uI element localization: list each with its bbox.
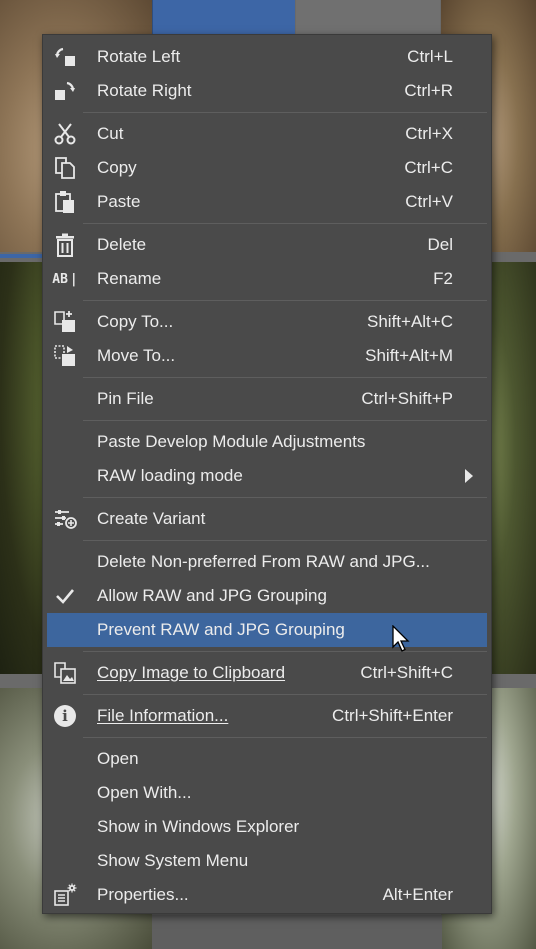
- thumbnail-bottom-middle[interactable]: [152, 915, 442, 949]
- menu-item-label: Move To...: [97, 346, 176, 365]
- menu-separator: [83, 377, 487, 378]
- menu-item-shortcut: Ctrl+Shift+C: [360, 663, 453, 682]
- menu-item-shortcut: Ctrl+C: [404, 158, 453, 177]
- menu-item-label: Allow RAW and JPG Grouping: [97, 586, 327, 605]
- menu-item-label: Show in Windows Explorer: [97, 817, 300, 836]
- rename-icon-text: AB: [52, 271, 68, 287]
- menu-item-copy-image-to-clipboard[interactable]: Copy Image to Clipboard Ctrl+Shift+C: [47, 656, 487, 690]
- menu-item-shortcut: Ctrl+Shift+Enter: [332, 706, 453, 725]
- menu-item-file-information[interactable]: i File Information... Ctrl+Shift+Enter: [47, 699, 487, 733]
- menu-item-allow-raw-jpg-grouping[interactable]: Allow RAW and JPG Grouping: [47, 579, 487, 613]
- menu-item-label: Open: [97, 749, 139, 768]
- menu-item-delete[interactable]: Delete Del: [47, 228, 487, 262]
- menu-separator: [83, 540, 487, 541]
- menu-item-shortcut: Shift+Alt+M: [365, 346, 453, 365]
- menu-item-rename[interactable]: AB | Rename F2: [47, 262, 487, 296]
- menu-item-label: Rotate Right: [97, 81, 192, 100]
- menu-item-label: Show System Menu: [97, 851, 249, 870]
- menu-item-create-variant[interactable]: Create Variant: [47, 502, 487, 536]
- menu-item-prevent-raw-jpg-grouping[interactable]: Prevent RAW and JPG Grouping: [47, 613, 487, 647]
- mouse-cursor-icon: [392, 624, 412, 658]
- menu-separator: [83, 420, 487, 421]
- sliders-plus-icon: [51, 507, 79, 531]
- menu-separator: [83, 223, 487, 224]
- menu-item-label: Paste Develop Module Adjustments: [97, 432, 366, 451]
- menu-item-label: Open With...: [97, 783, 192, 802]
- menu-item-shortcut: Ctrl+X: [405, 124, 453, 143]
- menu-item-move-to[interactable]: Move To... Shift+Alt+M: [47, 339, 487, 373]
- thumbnail-top-middle[interactable]: [296, 0, 440, 34]
- menu-item-shortcut: Ctrl+L: [407, 47, 453, 66]
- menu-separator: [83, 112, 487, 113]
- properties-icon: [51, 883, 79, 907]
- menu-item-shortcut: Alt+Enter: [382, 885, 453, 904]
- info-icon: i: [51, 704, 79, 728]
- rotate-right-icon: [51, 79, 79, 103]
- submenu-arrow-icon: [465, 469, 473, 483]
- checkmark-icon: [51, 584, 79, 608]
- menu-item-label: Create Variant: [97, 509, 206, 528]
- menu-item-shortcut: Shift+Alt+C: [367, 312, 453, 331]
- menu-item-shortcut: Ctrl+R: [404, 81, 453, 100]
- menu-separator: [83, 694, 487, 695]
- menu-item-open-with[interactable]: Open With...: [47, 776, 487, 810]
- copy-to-icon: [51, 310, 79, 334]
- paste-icon: [51, 190, 79, 214]
- menu-separator: [83, 737, 487, 738]
- menu-item-cut[interactable]: Cut Ctrl+X: [47, 117, 487, 151]
- menu-item-label: Copy To...: [97, 312, 174, 331]
- menu-item-paste[interactable]: Paste Ctrl+V: [47, 185, 487, 219]
- info-icon-glyph: i: [54, 705, 76, 727]
- menu-separator: [83, 300, 487, 301]
- menu-item-label: Pin File: [97, 389, 154, 408]
- menu-item-shortcut: Ctrl+V: [405, 192, 453, 211]
- menu-item-label: File Information...: [97, 706, 229, 725]
- menu-item-properties[interactable]: Properties... Alt+Enter: [47, 878, 487, 912]
- menu-item-copy-to[interactable]: Copy To... Shift+Alt+C: [47, 305, 487, 339]
- copy-icon: [51, 156, 79, 180]
- menu-separator: [83, 497, 487, 498]
- menu-item-label: Rename: [97, 269, 162, 288]
- trash-icon: [51, 233, 79, 257]
- menu-item-label: Delete Non-preferred From RAW and JPG...: [97, 552, 430, 571]
- menu-item-delete-non-preferred[interactable]: Delete Non-preferred From RAW and JPG...: [47, 545, 487, 579]
- rotate-left-icon: [51, 45, 79, 69]
- menu-item-open[interactable]: Open: [47, 742, 487, 776]
- move-to-icon: [51, 344, 79, 368]
- thumbnail-selected-top[interactable]: [152, 0, 295, 34]
- rename-icon: AB |: [52, 271, 78, 287]
- menu-item-label: Paste: [97, 192, 141, 211]
- menu-item-label: Copy Image to Clipboard: [97, 663, 286, 682]
- scissors-icon: [51, 122, 79, 146]
- menu-item-rotate-right[interactable]: Rotate Right Ctrl+R: [47, 74, 487, 108]
- menu-item-shortcut: Ctrl+Shift+P: [361, 389, 453, 408]
- menu-item-copy[interactable]: Copy Ctrl+C: [47, 151, 487, 185]
- menu-separator: [83, 651, 487, 652]
- menu-item-shortcut: Del: [427, 235, 453, 254]
- menu-item-pin-file[interactable]: Pin File Ctrl+Shift+P: [47, 382, 487, 416]
- menu-item-label: Delete: [97, 235, 147, 254]
- menu-item-label: Properties...: [97, 885, 189, 904]
- menu-item-label: Copy: [97, 158, 137, 177]
- context-menu: Rotate Left Ctrl+L Rotate Right Ctrl+R C…: [42, 34, 492, 914]
- menu-item-label: Rotate Left: [97, 47, 181, 66]
- menu-item-label: Cut: [97, 124, 124, 143]
- menu-item-label: Prevent RAW and JPG Grouping: [97, 620, 345, 639]
- menu-item-paste-develop-adjustments[interactable]: Paste Develop Module Adjustments: [47, 425, 487, 459]
- clipboard-image-icon: [51, 661, 79, 685]
- menu-item-label: RAW loading mode: [97, 466, 243, 485]
- menu-item-shortcut: F2: [433, 269, 453, 288]
- menu-item-show-system-menu[interactable]: Show System Menu: [47, 844, 487, 878]
- menu-item-show-in-explorer[interactable]: Show in Windows Explorer: [47, 810, 487, 844]
- menu-item-raw-loading-mode[interactable]: RAW loading mode: [47, 459, 487, 493]
- menu-item-rotate-left[interactable]: Rotate Left Ctrl+L: [47, 40, 487, 74]
